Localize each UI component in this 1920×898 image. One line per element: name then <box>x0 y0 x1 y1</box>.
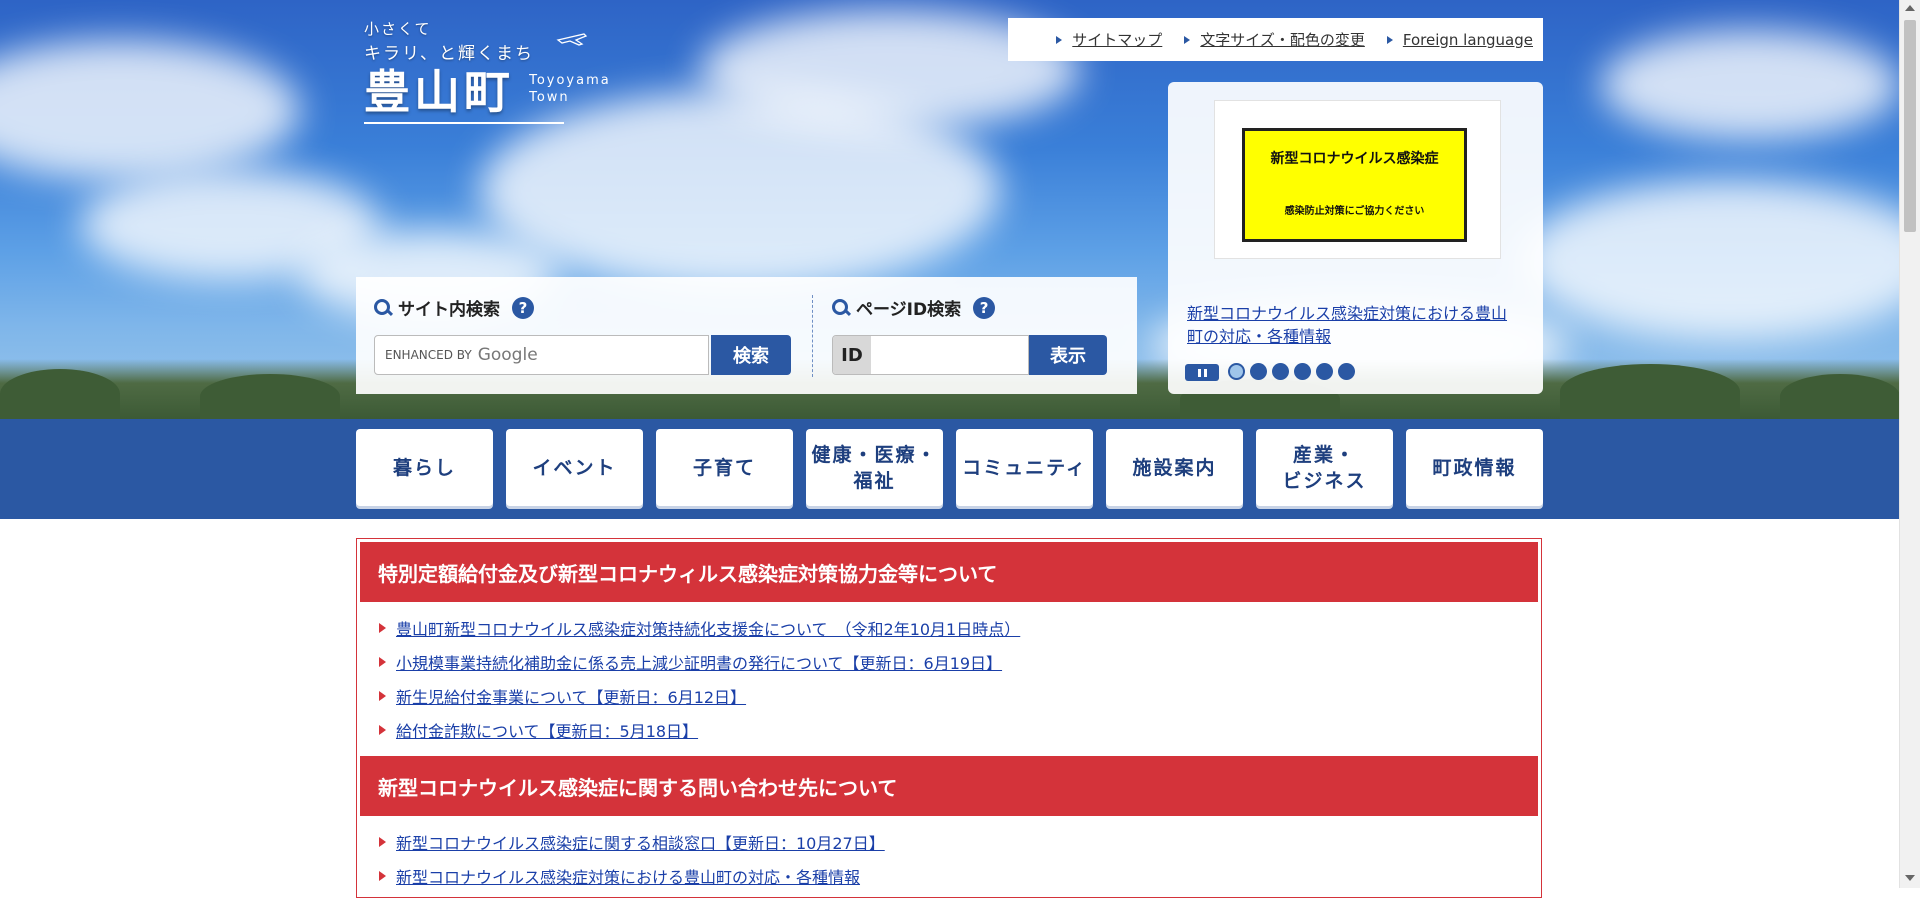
help-icon[interactable]: ? <box>512 296 534 319</box>
triangle-bullet-icon <box>379 871 386 881</box>
hero-banner: 小さくて キラリ、と輝くまち 豊山町 Toyoyama Town サイトマップ … <box>0 0 1899 419</box>
tree <box>200 374 340 419</box>
logo-town-name: 豊山町 <box>364 65 514 119</box>
slide-yellow-sign: 新型コロナウイルス感染症 感染防止対策にご協力ください <box>1242 128 1467 242</box>
slide-dot[interactable] <box>1338 363 1355 380</box>
sitemap-link[interactable]: サイトマップ <box>1056 29 1162 50</box>
sitemap-link-label: サイトマップ <box>1072 31 1163 49</box>
tree <box>1780 374 1899 419</box>
slide-dot[interactable] <box>1294 363 1311 380</box>
nav-kurashi[interactable]: 暮らし <box>356 429 493 506</box>
page-id-label: ID <box>833 336 871 374</box>
slide-dot[interactable] <box>1228 363 1245 380</box>
search-placeholder-brand: Google <box>477 345 538 365</box>
global-nav: 暮らし イベント 子育て 健康・医療・ 福祉 コミュニティ 施設案内 産業・ ビ… <box>0 419 1899 519</box>
nav-community[interactable]: コミュニティ <box>956 429 1093 506</box>
slide-dot[interactable] <box>1316 363 1333 380</box>
nav-event[interactable]: イベント <box>506 429 643 506</box>
slideshow: 新型コロナウイルス感染症 感染防止対策にご協力ください 新型コロナウイルス感染症… <box>1168 82 1543 394</box>
logo-roman-line-2: Town <box>529 90 570 105</box>
notice-link-text: 新型コロナウイルス感染症に関する相談窓口【更新日：10月27日】 <box>396 834 885 853</box>
scroll-thumb[interactable] <box>1904 20 1916 232</box>
text-size-color-link-label: 文字サイズ・配色の変更 <box>1200 31 1365 49</box>
slide-dot[interactable] <box>1272 363 1289 380</box>
notice-link[interactable]: 小規模事業持続化補助金に係る売上減少証明書の発行について【更新日：6月19日】 <box>379 650 1002 674</box>
nav-facilities[interactable]: 施設案内 <box>1106 429 1243 506</box>
notice-heading: 新型コロナウイルス感染症に関する問い合わせ先について <box>360 756 1538 816</box>
site-search-input[interactable]: ENHANCED BY Google <box>374 335 709 375</box>
notice-link[interactable]: 新型コロナウイルス感染症に関する相談窓口【更新日：10月27日】 <box>379 830 885 854</box>
site-search-title: サイト内検索 ? <box>374 295 534 320</box>
tree <box>1560 364 1740 419</box>
notice-link-text: 新生児給付金事業について【更新日：6月12日】 <box>396 688 747 707</box>
notice-link[interactable]: 豊山町新型コロナウイルス感染症対策持続化支援金について （令和2年10月1日時点… <box>379 616 1020 640</box>
slide-image[interactable]: 新型コロナウイルス感染症 感染防止対策にご協力ください <box>1214 100 1501 259</box>
search-panel: サイト内検索 ? ENHANCED BY Google 検索 ページID検索 ?… <box>356 277 1137 394</box>
notice-link[interactable]: 給付金詐欺について【更新日：5月18日】 <box>379 718 698 742</box>
site-search-title-text: サイト内検索 <box>398 300 500 320</box>
triangle-bullet-icon <box>1386 35 1393 44</box>
notice-link-text: 豊山町新型コロナウイルス感染症対策持続化支援金について （令和2年10月1日時点… <box>396 620 1021 639</box>
triangle-bullet-icon <box>379 837 386 847</box>
nav-business[interactable]: 産業・ ビジネス <box>1256 429 1393 506</box>
nav-kosodate[interactable]: 子育て <box>656 429 793 506</box>
search-placeholder-prefix: ENHANCED BY <box>385 348 472 362</box>
pause-icon-bar <box>1203 368 1207 377</box>
nav-health-welfare[interactable]: 健康・医療・ 福祉 <box>806 429 943 506</box>
slide-caption-link[interactable]: 新型コロナウイルス感染症対策における豊山町の対応・各種情報 <box>1187 302 1522 348</box>
notice-link-text: 給付金詐欺について【更新日：5月18日】 <box>396 722 699 741</box>
notice-link[interactable]: 新生児給付金事業について【更新日：6月12日】 <box>379 684 746 708</box>
notice-link-text: 新型コロナウイルス感染症対策における豊山町の対応・各種情報 <box>396 868 861 887</box>
triangle-bullet-icon <box>379 623 386 633</box>
search-icon <box>832 298 850 317</box>
triangle-bullet-icon <box>379 725 386 735</box>
utility-links: サイトマップ 文字サイズ・配色の変更 Foreign language <box>1008 18 1543 61</box>
notice-link-text: 小規模事業持続化補助金に係る売上減少証明書の発行について【更新日：6月19日】 <box>396 654 1003 673</box>
text-size-color-link[interactable]: 文字サイズ・配色の変更 <box>1184 29 1365 50</box>
cloud <box>1600 30 1899 140</box>
triangle-bullet-icon <box>1184 35 1191 44</box>
cloud <box>0 40 300 180</box>
covid-notice-box: 特別定額給付金及び新型コロナウィルス感染症対策協力金等について 豊山町新型コロナ… <box>356 538 1542 898</box>
slide-dots <box>1228 363 1355 380</box>
page-scrollbar[interactable] <box>1899 0 1920 888</box>
logo-underline <box>364 122 564 124</box>
logo-roman-name: Toyoyama Town <box>529 72 611 106</box>
cloud <box>1520 180 1899 340</box>
triangle-bullet-icon <box>1056 35 1063 44</box>
tree <box>0 369 120 419</box>
pause-icon-bar <box>1197 368 1201 377</box>
help-icon[interactable]: ? <box>973 296 996 319</box>
scroll-up-arrow-icon[interactable] <box>1905 5 1915 11</box>
scroll-down-arrow-icon[interactable] <box>1905 875 1915 881</box>
page-id-input[interactable]: ID <box>832 335 1029 375</box>
site-search: サイト内検索 ? ENHANCED BY Google 検索 <box>356 277 812 394</box>
foreign-language-link[interactable]: Foreign language <box>1386 30 1533 49</box>
pause-button[interactable] <box>1185 364 1219 381</box>
page-id-search-title: ページID検索 ? <box>832 295 996 320</box>
airplane-icon <box>556 33 588 46</box>
foreign-language-link-label: Foreign language <box>1402 30 1533 49</box>
triangle-bullet-icon <box>379 691 386 701</box>
slide-dot[interactable] <box>1250 363 1267 380</box>
notice-heading: 特別定額給付金及び新型コロナウィルス感染症対策協力金等について <box>360 542 1538 602</box>
search-icon <box>374 298 392 317</box>
site-search-button[interactable]: 検索 <box>711 335 791 375</box>
page-id-search-title-text: ページID検索 <box>856 300 962 320</box>
triangle-bullet-icon <box>379 657 386 667</box>
notice-link[interactable]: 新型コロナウイルス感染症対策における豊山町の対応・各種情報 <box>379 864 860 888</box>
page-id-show-button[interactable]: 表示 <box>1029 335 1107 375</box>
nav-town-administration[interactable]: 町政情報 <box>1406 429 1543 506</box>
logo-roman-line-1: Toyoyama <box>529 73 611 88</box>
slide-sign-subtitle: 感染防止対策にご協力ください <box>1284 206 1425 217</box>
slide-sign-title: 新型コロナウイルス感染症 <box>1270 151 1439 167</box>
